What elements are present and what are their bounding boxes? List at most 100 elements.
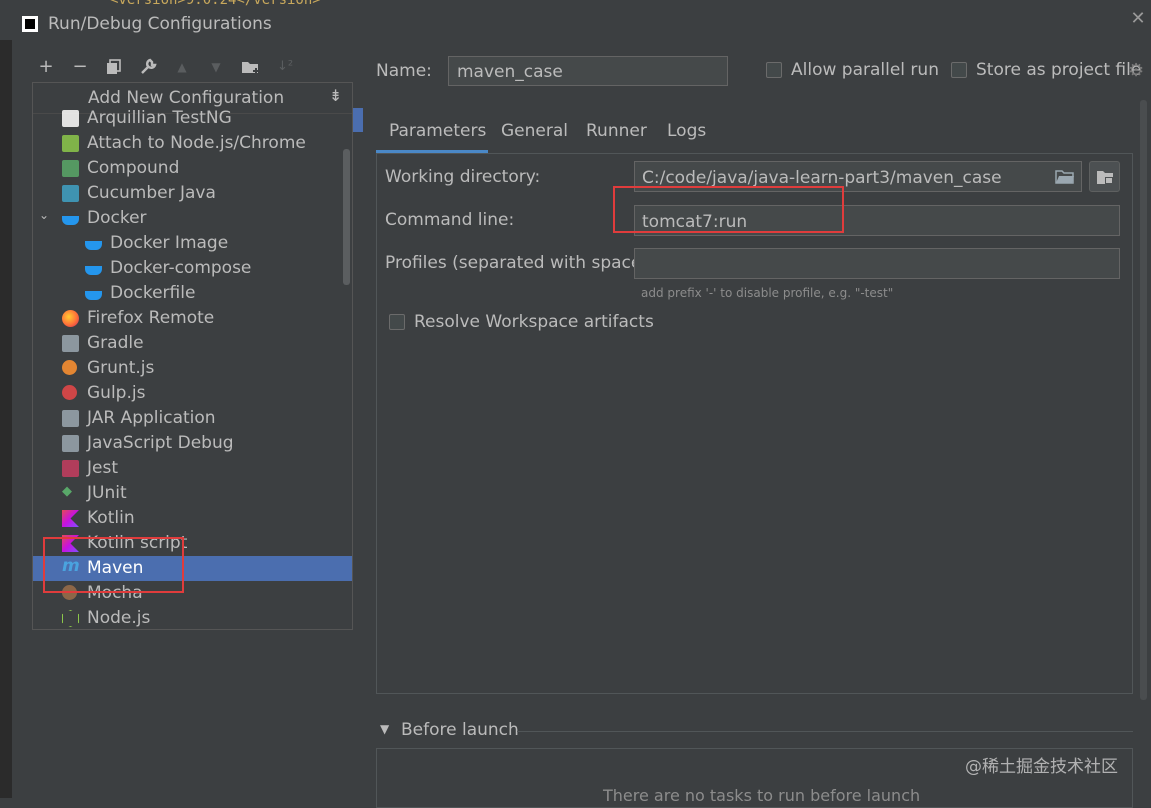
intellij-app-icon [22, 16, 38, 32]
jar-icon [62, 410, 79, 427]
docker-icon [62, 216, 79, 225]
firefox-icon [62, 310, 79, 327]
cucumber-icon [62, 185, 79, 202]
profiles-input[interactable] [634, 248, 1120, 279]
arquillian-icon [62, 110, 79, 127]
tree-item-docker-compose[interactable]: Docker-compose [33, 256, 352, 281]
before-launch-title[interactable]: Before launch [401, 720, 519, 740]
sort-button[interactable]: ↓² [274, 56, 296, 78]
profiles-label: Profiles (separated with space): [385, 253, 654, 273]
tree-item-javascript-debug[interactable]: JavaScript Debug [33, 431, 352, 456]
folder-add-icon [242, 62, 259, 74]
resolve-workspace-checkbox[interactable] [389, 314, 405, 330]
tab-logs[interactable]: Logs [667, 121, 706, 141]
tree-item-label: Firefox Remote [87, 308, 215, 328]
panel-scrollbar[interactable] [1140, 100, 1147, 700]
tree-item-label: Arquillian TestNG [87, 108, 232, 128]
docker-icon [85, 266, 102, 275]
tree-item-jar-application[interactable]: JAR Application [33, 406, 352, 431]
tree-item-firefox-remote[interactable]: Firefox Remote [33, 306, 352, 331]
header-label: Add New Configuration [88, 88, 285, 108]
close-icon[interactable]: ✕ [1128, 8, 1148, 32]
name-input[interactable]: maven_case [448, 56, 728, 86]
tree-item-gradle[interactable]: Gradle [33, 331, 352, 356]
store-as-project-file-checkbox[interactable] [951, 62, 967, 78]
tree-item-label: Docker-compose [110, 258, 252, 278]
tree-item-label: Node.js [87, 608, 151, 628]
tree-scrollbar[interactable] [343, 149, 350, 285]
background-window-strip [0, 40, 12, 798]
command-line-label: Command line: [385, 210, 515, 230]
watermark: @稀土掘金技术社区 [965, 757, 1118, 777]
background-code: <version>9.0.24</version> [110, 0, 321, 8]
folder-icon[interactable] [1055, 169, 1075, 185]
tree-item-label: Docker Image [110, 233, 229, 253]
new-folder-button[interactable] [240, 56, 262, 78]
before-launch-divider [517, 731, 1133, 732]
allow-parallel-run-checkbox[interactable] [766, 62, 782, 78]
tab-runner[interactable]: Runner [586, 121, 647, 141]
maven-highlight [43, 537, 184, 593]
selected-config-edge [353, 108, 363, 132]
name-value: maven_case [457, 62, 563, 82]
profiles-hint: add prefix '-' to disable profile, e.g. … [641, 286, 894, 300]
tree-item-label: Attach to Node.js/Chrome [87, 133, 306, 153]
tree-item-cucumber-java[interactable]: Cucumber Java [33, 181, 352, 206]
tree-item-label: JavaScript Debug [87, 433, 234, 453]
copy-configuration-button[interactable] [103, 56, 125, 78]
edit-templates-button[interactable] [137, 56, 159, 78]
remove-configuration-button[interactable]: − [69, 56, 91, 78]
docker-icon [85, 291, 102, 300]
tree-item-label: Compound [87, 158, 180, 178]
name-label: Name: [376, 61, 432, 81]
store-as-project-file-label: Store as project file [976, 60, 1142, 80]
collapse-icon[interactable]: ⇟ [329, 86, 342, 105]
tree-item-dockerfile[interactable]: Dockerfile [33, 281, 352, 306]
tree-item-label: Jest [87, 458, 118, 478]
allow-parallel-run-label: Allow parallel run [791, 60, 939, 80]
tree-item-grunt-js[interactable]: Grunt.js [33, 356, 352, 381]
before-launch-empty-text: There are no tasks to run before launch [603, 786, 921, 805]
tree-item-arquillian-testng[interactable]: Arquillian TestNG [33, 106, 352, 131]
tree-item-label: Dockerfile [110, 283, 196, 303]
junit-icon: ◆ [62, 484, 72, 499]
kotlin-icon [62, 510, 79, 527]
tree-item-label: Kotlin [87, 508, 135, 528]
nodejs-attach-icon [62, 135, 79, 152]
tree-item-label: JUnit [87, 483, 127, 503]
macros-button[interactable] [1089, 161, 1120, 192]
tree-item-node-js[interactable]: Node.js [33, 606, 352, 629]
tab-general[interactable]: General [501, 121, 568, 141]
tree-item-docker-image[interactable]: Docker Image [33, 231, 352, 256]
window-title: Run/Debug Configurations [48, 14, 272, 34]
move-down-button[interactable]: ▼ [205, 56, 227, 78]
command-line-highlight [613, 186, 844, 233]
chevron-down-icon[interactable]: ⌄ [39, 208, 49, 222]
gear-icon[interactable]: ⚙ [1128, 60, 1144, 81]
gradle-icon [62, 335, 79, 352]
js-debug-icon [62, 435, 79, 452]
tree-item-docker[interactable]: ⌄ Docker [33, 206, 352, 231]
copy-icon [107, 59, 121, 74]
tree-item-jest[interactable]: Jest [33, 456, 352, 481]
working-directory-value: C:/code/java/java-learn-part3/maven_case [642, 168, 1002, 188]
tree-item-gulp-js[interactable]: Gulp.js [33, 381, 352, 406]
tree-item-compound[interactable]: Compound [33, 156, 352, 181]
tree-item-label: Grunt.js [87, 358, 155, 378]
tree-item-label: Gradle [87, 333, 144, 353]
move-up-button[interactable]: ▲ [171, 56, 193, 78]
tree-item-label: Docker [87, 208, 147, 228]
working-directory-label: Working directory: [385, 167, 541, 187]
tree-item-label: Gulp.js [87, 383, 146, 403]
tree-item-attach-to-node-js-chrome[interactable]: Attach to Node.js/Chrome [33, 131, 352, 156]
folder-macros-icon [1097, 171, 1113, 184]
jest-icon [62, 460, 79, 477]
compound-icon [62, 160, 79, 177]
tab-parameters[interactable]: Parameters [389, 121, 486, 141]
nodejs-icon [62, 610, 79, 627]
tree-item-junit[interactable]: ◆ JUnit [33, 481, 352, 506]
gulp-icon [62, 385, 77, 400]
before-launch-toggle-icon[interactable]: ▼ [380, 722, 389, 736]
tree-item-kotlin[interactable]: Kotlin [33, 506, 352, 531]
add-configuration-button[interactable]: + [35, 56, 57, 78]
